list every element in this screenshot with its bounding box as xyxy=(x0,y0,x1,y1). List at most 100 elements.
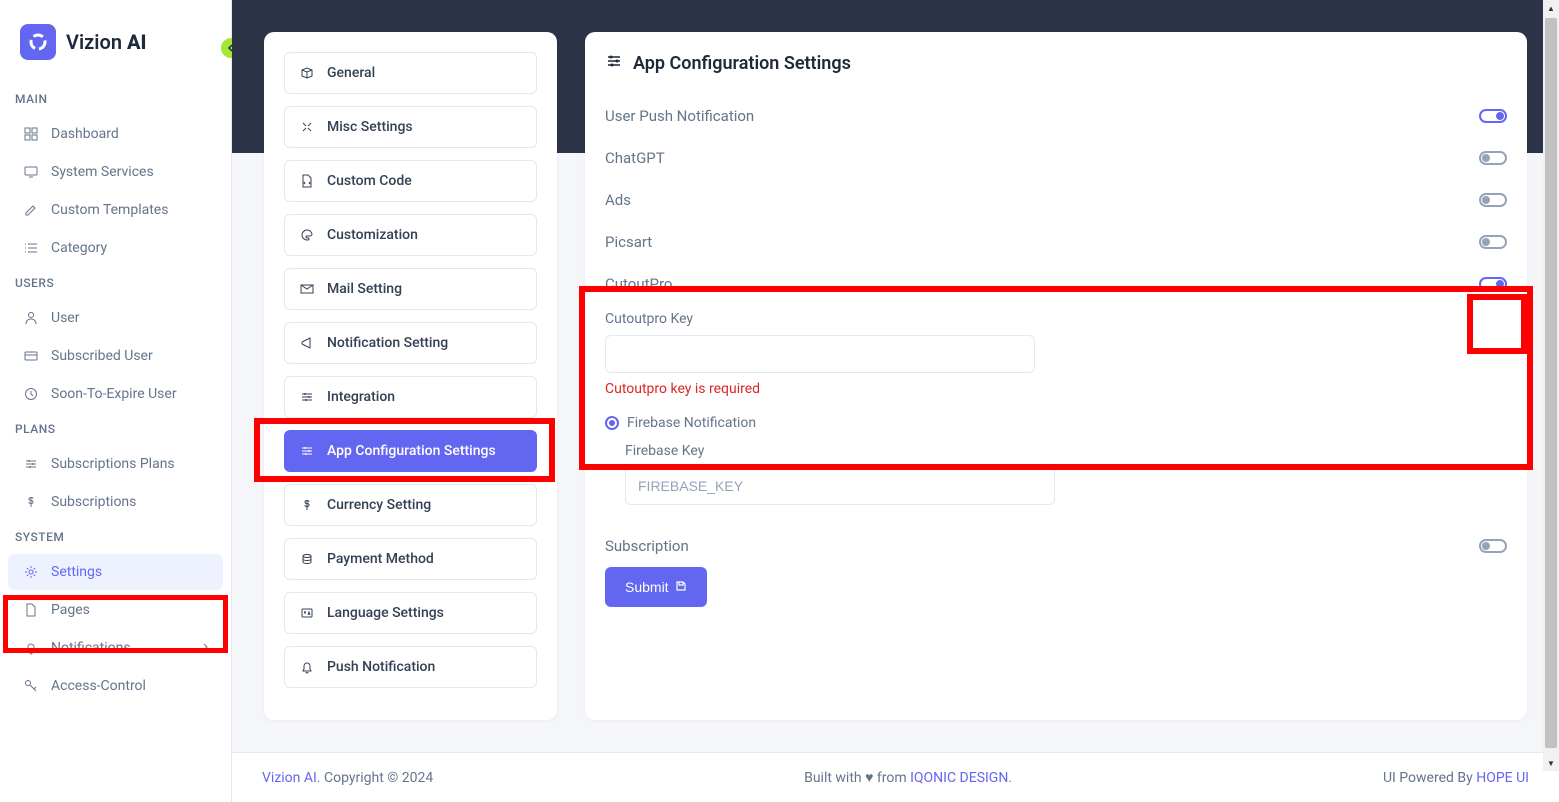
sidebar-item-notifications[interactable]: Notifications xyxy=(8,630,223,666)
settings-nav-label: Notification Setting xyxy=(327,335,448,351)
settings-nav-customization[interactable]: Customization xyxy=(284,214,537,256)
settings-nav-integration[interactable]: Integration xyxy=(284,376,537,418)
footer-built: Built with ♥ from xyxy=(804,770,910,786)
config-row-subscription: Subscription xyxy=(605,525,1507,567)
user-push-notification-toggle[interactable] xyxy=(1479,109,1507,123)
card-icon xyxy=(23,348,39,364)
settings-nav-label: Mail Setting xyxy=(327,281,402,297)
config-card: App Configuration Settings User Push Not… xyxy=(585,32,1527,720)
settings-nav-notification-setting[interactable]: Notification Setting xyxy=(284,322,537,364)
settings-nav-mail[interactable]: Mail Setting xyxy=(284,268,537,310)
sidebar-item-dashboard[interactable]: Dashboard xyxy=(8,116,223,152)
sidebar-item-category[interactable]: Category xyxy=(8,230,223,266)
user-push-notification-label: User Push Notification xyxy=(605,107,754,125)
settings-nav-label: Integration xyxy=(327,389,395,405)
sidebar-item-label: Soon-To-Expire User xyxy=(51,386,177,402)
sidebar-item-access-control[interactable]: Access-Control xyxy=(8,668,223,704)
sidebar-item-pages[interactable]: Pages xyxy=(8,592,223,628)
footer-copyright: Copyright © 2024 xyxy=(321,770,434,786)
settings-nav-label: Custom Code xyxy=(327,173,412,189)
sidebar-item-soon-expire[interactable]: Soon-To-Expire User xyxy=(8,376,223,412)
filecode-icon xyxy=(299,173,315,189)
firebase-key-input[interactable] xyxy=(625,467,1055,505)
sliders-icon xyxy=(299,389,315,405)
clock-icon xyxy=(23,386,39,402)
picsart-toggle[interactable] xyxy=(1479,235,1507,249)
sidebar-item-label: Pages xyxy=(51,602,90,618)
settings-nav-label: Misc Settings xyxy=(327,119,413,135)
palette-icon xyxy=(299,227,315,243)
cutoutpro-toggle[interactable] xyxy=(1479,277,1507,291)
firebase-notification-radio[interactable]: Firebase Notification xyxy=(605,407,1507,443)
scroll-down-icon[interactable]: ▼ xyxy=(1543,755,1559,771)
ads-toggle[interactable] xyxy=(1479,193,1507,207)
footer-iqonic-link[interactable]: IQONIC DESIGN. xyxy=(910,770,1012,786)
sidebar-item-label: Access-Control xyxy=(51,678,146,694)
dollar-icon xyxy=(299,497,315,513)
coins-icon xyxy=(299,551,315,567)
logo-text: Vizion AI xyxy=(66,30,146,54)
sidebar-item-subscriptions-plans[interactable]: Subscriptions Plans xyxy=(8,446,223,482)
sidebar-item-label: Subscriptions Plans xyxy=(51,456,175,472)
settings-nav-language[interactable]: Language Settings xyxy=(284,592,537,634)
footer: Vizion AI. Copyright © 2024 Built with ♥… xyxy=(232,752,1559,802)
settings-nav-push[interactable]: Push Notification xyxy=(284,646,537,688)
gear-icon xyxy=(23,564,39,580)
sliders-icon xyxy=(23,456,39,472)
chatgpt-label: ChatGPT xyxy=(605,149,665,167)
footer-hopeui-link[interactable]: HOPE UI xyxy=(1476,770,1529,786)
sidebar-item-subscriptions[interactable]: Subscriptions xyxy=(8,484,223,520)
footer-powered: UI Powered By xyxy=(1383,770,1476,786)
chatgpt-toggle[interactable] xyxy=(1479,151,1507,165)
key-icon xyxy=(23,678,39,694)
sidebar-item-system-services[interactable]: System Services xyxy=(8,154,223,190)
settings-nav-misc[interactable]: Misc Settings xyxy=(284,106,537,148)
dollar-icon xyxy=(23,494,39,510)
cutoutpro-label: CutoutPro xyxy=(605,275,672,293)
logo-area: Vizion AI xyxy=(0,0,231,84)
user-icon xyxy=(23,310,39,326)
sidebar-item-label: User xyxy=(51,310,79,326)
logo-icon xyxy=(20,24,56,60)
sidebar-item-subscribed-user[interactable]: Subscribed User xyxy=(8,338,223,374)
settings-nav-label: Push Notification xyxy=(327,659,435,675)
settings-nav-custom-code[interactable]: Custom Code xyxy=(284,160,537,202)
sidebar-item-label: Settings xyxy=(51,564,102,580)
settings-nav-card: General Misc Settings Custom Code Customiza… xyxy=(264,32,557,720)
subscription-toggle[interactable] xyxy=(1479,539,1507,553)
sidebar-item-label: System Services xyxy=(51,164,154,180)
config-row-ads: Ads xyxy=(605,179,1507,221)
sidebar-item-user[interactable]: User xyxy=(8,300,223,336)
cutoutpro-key-input[interactable] xyxy=(605,335,1035,373)
list-icon xyxy=(23,240,39,256)
grid-icon xyxy=(23,126,39,142)
settings-nav-label: Language Settings xyxy=(327,605,444,621)
sidebar-section-title: MAIN xyxy=(0,84,231,114)
settings-nav-general[interactable]: General xyxy=(284,52,537,94)
submit-button[interactable]: Submit xyxy=(605,567,707,607)
settings-nav-currency[interactable]: Currency Setting xyxy=(284,484,537,526)
firebase-key-label: Firebase Key xyxy=(625,443,1507,459)
main: General Misc Settings Custom Code Customiza… xyxy=(232,0,1559,802)
config-row-cutoutpro: CutoutPro xyxy=(605,263,1507,305)
settings-nav-label: Payment Method xyxy=(327,551,434,567)
radio-checked-icon xyxy=(605,416,619,430)
sidebar-item-custom-templates[interactable]: Custom Templates xyxy=(8,192,223,228)
mail-icon xyxy=(299,281,315,297)
sidebar-section-title: USERS xyxy=(0,268,231,298)
settings-nav-app-config[interactable]: App Configuration Settings xyxy=(284,430,537,472)
settings-nav-payment[interactable]: Payment Method xyxy=(284,538,537,580)
sidebar: Vizion AI MAINDashboard System Services Cu… xyxy=(0,0,232,802)
cutoutpro-key-block: Cutoutpro Key Cutoutpro key is required xyxy=(605,305,1507,407)
bell-icon xyxy=(299,659,315,675)
sidebar-item-label: Subscribed User xyxy=(51,348,153,364)
sidebar-item-label: Subscriptions xyxy=(51,494,136,510)
footer-brand-link[interactable]: Vizion AI. xyxy=(262,770,321,786)
sidebar-item-label: Notifications xyxy=(51,640,131,656)
bell-icon xyxy=(23,640,39,656)
sidebar-item-settings[interactable]: Settings xyxy=(8,554,223,590)
subscription-label: Subscription xyxy=(605,537,689,555)
monitor-icon xyxy=(23,164,39,180)
lang-icon xyxy=(299,605,315,621)
config-row-picsart: Picsart xyxy=(605,221,1507,263)
